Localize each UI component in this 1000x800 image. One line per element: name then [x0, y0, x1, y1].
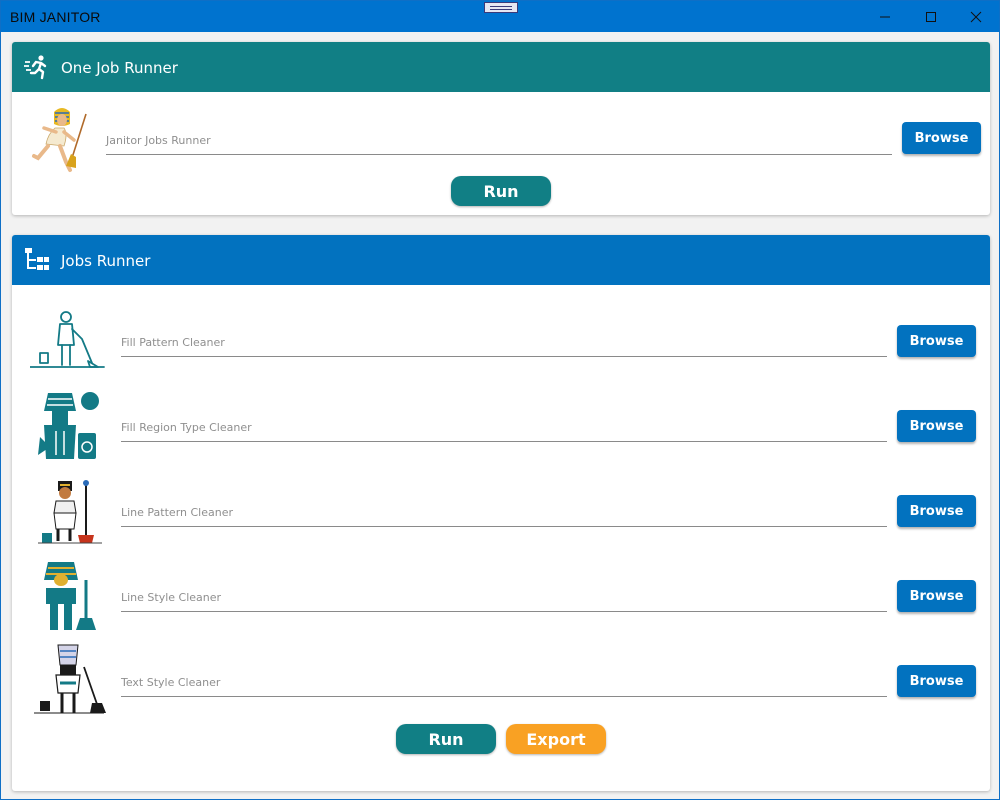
browse-button-line-pattern-cleaner[interactable]: Browse: [897, 495, 976, 527]
nefertiti-janitor-sweeping-icon: [34, 644, 106, 714]
maximize-icon: [926, 11, 936, 22]
fill-pattern-cleaner-placeholder: Fill Pattern Cleaner: [121, 336, 225, 349]
minimize-button[interactable]: [862, 1, 908, 32]
window-title: BIM JANITOR: [10, 9, 101, 25]
jobs-runner-title: Jobs Runner: [61, 252, 151, 270]
one-job-runner-card: One Job Runner Janitor Jobs Runner Brows…: [12, 42, 990, 215]
jobs-runner-header: Jobs Runner: [12, 235, 990, 285]
fill-pattern-cleaner-field[interactable]: Fill Pattern Cleaner: [121, 327, 887, 357]
pharaoh-janitor-bin-icon: [38, 392, 99, 459]
line-style-cleaner-placeholder: Line Style Cleaner: [121, 591, 222, 604]
maximize-button[interactable]: [908, 1, 954, 32]
janitor-jobs-runner-placeholder: Janitor Jobs Runner: [106, 134, 211, 147]
tree-list-icon: [25, 248, 49, 270]
running-person-icon: [24, 55, 47, 80]
pharaoh-janitor-broom-icon: [44, 562, 96, 630]
fill-region-type-cleaner-field[interactable]: Fill Region Type Cleaner: [121, 412, 887, 442]
close-button[interactable]: [953, 1, 999, 32]
text-style-cleaner-placeholder: Text Style Cleaner: [121, 676, 221, 689]
egyptian-janitor-bucket-icon: [38, 480, 102, 544]
one-job-runner-title: One Job Runner: [61, 59, 178, 77]
browse-button-text-style-cleaner[interactable]: Browse: [897, 665, 976, 697]
export-button[interactable]: Export: [506, 724, 606, 754]
text-style-cleaner-field[interactable]: Text Style Cleaner: [121, 667, 887, 697]
jobs-runner-card: Jobs Runner Fill Pattern Cleaner Browse: [12, 235, 990, 791]
minimize-icon: [880, 16, 890, 17]
title-bar[interactable]: BIM JANITOR: [1, 1, 999, 32]
run-jobs-button[interactable]: Run: [396, 724, 496, 754]
drag-grip-icon[interactable]: [484, 2, 518, 13]
browse-button-fill-pattern-cleaner[interactable]: Browse: [897, 325, 976, 357]
browse-button-janitor-jobs-runner[interactable]: Browse: [902, 122, 981, 154]
run-one-job-button[interactable]: Run: [451, 176, 551, 206]
browse-button-line-style-cleaner[interactable]: Browse: [897, 580, 976, 612]
line-style-cleaner-field[interactable]: Line Style Cleaner: [121, 582, 887, 612]
browse-button-fill-region-type-cleaner[interactable]: Browse: [897, 410, 976, 442]
fill-region-type-cleaner-placeholder: Fill Region Type Cleaner: [121, 421, 252, 434]
one-job-runner-header: One Job Runner: [12, 42, 990, 92]
janitor-mopping-icon: [30, 311, 105, 368]
janitor-jobs-runner-field[interactable]: Janitor Jobs Runner: [106, 125, 892, 155]
line-pattern-cleaner-placeholder: Line Pattern Cleaner: [121, 506, 233, 519]
close-icon: [970, 11, 982, 22]
app-window: BIM JANITOR One Job Runner Janitor Jobs …: [0, 0, 1000, 800]
running-janitor-icon: [32, 108, 87, 172]
line-pattern-cleaner-field[interactable]: Line Pattern Cleaner: [121, 497, 887, 527]
